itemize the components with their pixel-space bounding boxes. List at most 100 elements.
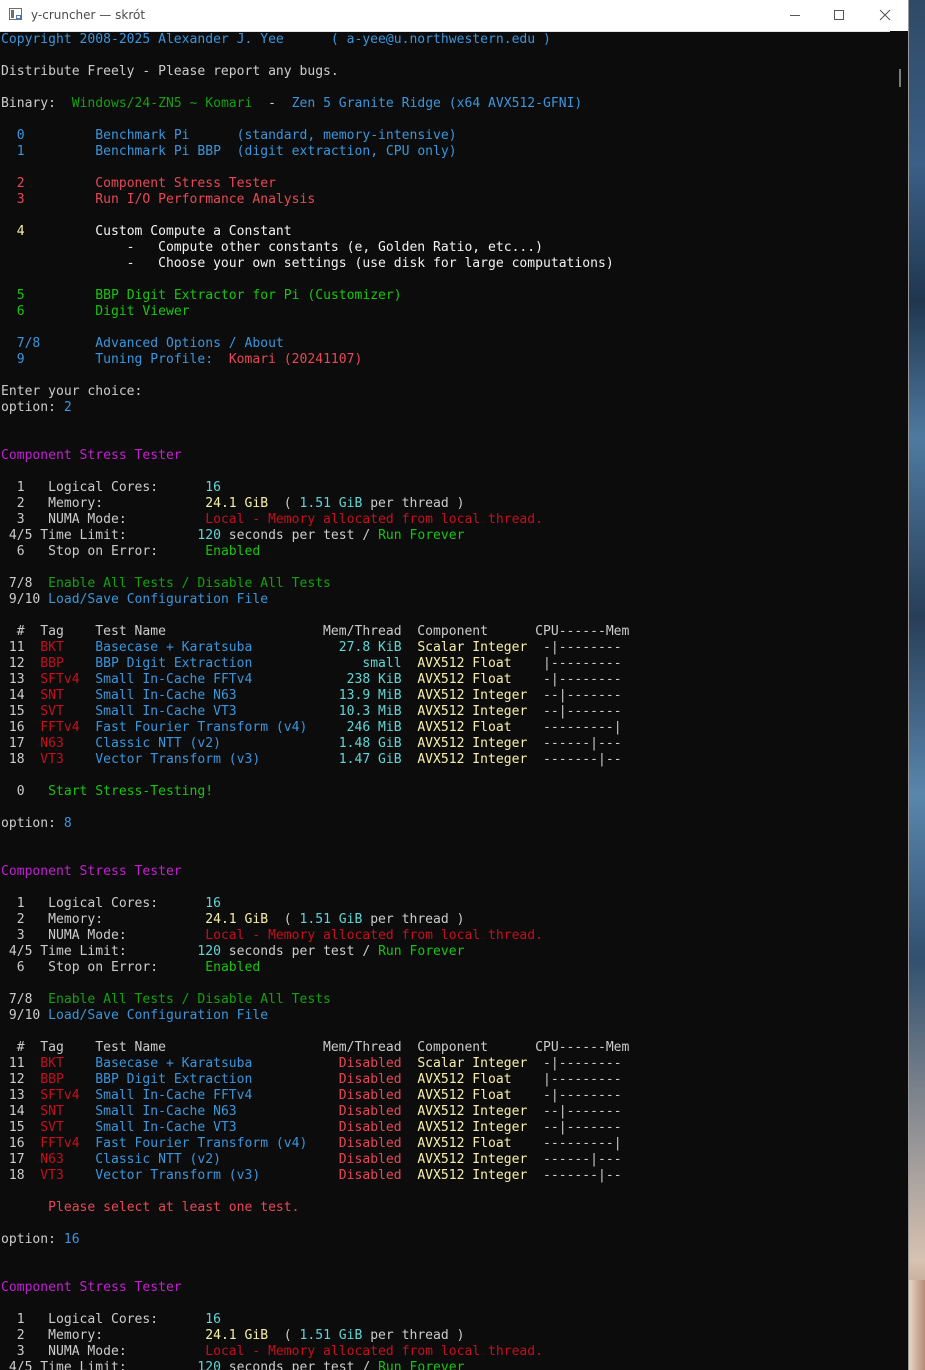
console-line: 9 Tuning Profile: Komari (20241107) <box>1 352 363 368</box>
console-text: 4/5 Time Limit: <box>1 944 198 959</box>
console-text: ------|--- <box>535 736 622 751</box>
console-text: Disabled <box>323 1104 418 1119</box>
console-text: Small In-Cache N63 <box>95 1104 324 1119</box>
console-line: # Tag Test Name Mem/Thread Component CPU… <box>1 624 630 640</box>
console-line: 3 NUMA Mode: Local - Memory allocated fr… <box>1 1344 543 1360</box>
console-text: Benchmark Pi BBP (digit extraction, CPU … <box>24 144 457 159</box>
console-line: 6 Digit Viewer <box>1 304 190 320</box>
console-text: Disabled <box>323 1072 418 1087</box>
console-text: 6 Stop on Error: <box>1 960 206 975</box>
console-text: Vector Transform (v3) <box>95 1168 324 1183</box>
console-text: VT3 <box>40 1168 96 1183</box>
console-line: 12 BBP BBP Digit Extraction small AVX512… <box>1 656 622 672</box>
console-text: Load/Save Configuration File <box>48 592 269 607</box>
console-line: 12 BBP BBP Digit Extraction Disabled AVX… <box>1 1072 622 1088</box>
close-button[interactable] <box>862 0 908 31</box>
console-text: 13 <box>1 1088 41 1103</box>
title-bar[interactable]: y-cruncher — skrót <box>0 0 908 32</box>
console-text: AVX512 Float <box>417 1088 536 1103</box>
console-text: Classic NTT (v2) <box>95 1152 324 1167</box>
console-text: AVX512 Integer <box>417 1120 536 1135</box>
console-text: Small In-Cache FFTv4 <box>95 672 324 687</box>
minimize-icon <box>790 15 800 16</box>
scrollbar-thumb[interactable] <box>899 69 901 87</box>
console-text: BBP Digit Extractor for Pi (Customizer) <box>24 288 402 303</box>
close-icon <box>879 9 891 21</box>
console-text: Fast Fourier Transform (v4) <box>95 1136 324 1151</box>
console-line: 7/8 Enable All Tests / Disable All Tests <box>1 992 331 1008</box>
console-text: Enabled <box>205 960 261 975</box>
console-text: AVX512 Integer <box>417 1152 536 1167</box>
console-line: 9/10 Load/Save Configuration File <box>1 592 268 608</box>
console-text: Disabled <box>323 1152 418 1167</box>
console-text: SFTv4 <box>40 672 96 687</box>
console-text: 13 <box>1 672 41 687</box>
console-text: BKT <box>40 1056 96 1071</box>
console-text: Vector Transform (v3) <box>95 752 324 767</box>
console-text: 2 Memory: <box>1 912 206 927</box>
console-text: Distribute Freely - Please report any bu… <box>1 64 339 79</box>
vertical-scrollbar[interactable] <box>890 31 908 1370</box>
console-text: Advanced Options / About <box>40 336 284 351</box>
console-text: SNT <box>40 688 96 703</box>
console-line: 3 Run I/O Performance Analysis <box>1 192 316 208</box>
console-text: AVX512 Integer <box>417 1168 536 1183</box>
console-line: 6 Stop on Error: Enabled <box>1 544 261 560</box>
console-text: 120 <box>197 528 221 543</box>
console-text: AVX512 Integer <box>417 704 536 719</box>
console-text: ------|--- <box>535 1152 622 1167</box>
console-text: AVX512 Integer <box>417 752 536 767</box>
console-text: 7/8 <box>1 576 49 591</box>
console-text: 1 Logical Cores: <box>1 480 206 495</box>
console-text: 16 <box>1 1136 41 1151</box>
desktop-background <box>909 0 925 1370</box>
console-text: --|------- <box>535 1120 622 1135</box>
console-line: 6 Stop on Error: Enabled <box>1 960 261 976</box>
window-title: y-cruncher — skrót <box>31 8 146 22</box>
console-text: 2 <box>1 176 25 191</box>
console-text: Disabled <box>323 1120 418 1135</box>
console-line: - Choose your own settings (use disk for… <box>1 256 614 272</box>
minimize-button[interactable] <box>772 0 818 31</box>
console-text: 18 <box>1 1168 41 1183</box>
console-text: 14 <box>1 1104 41 1119</box>
console-text: Komari (20241107) <box>228 352 363 367</box>
console-text: Enable All Tests / Disable All Tests <box>48 992 331 1007</box>
console-text: SFTv4 <box>40 1088 96 1103</box>
console-text: Component Stress Tester <box>1 448 182 463</box>
console-text: 0 <box>1 784 49 799</box>
console-text: |--------- <box>535 1072 622 1087</box>
console-text: 4/5 Time Limit: <box>1 1360 198 1370</box>
console-text: -|-------- <box>535 1056 622 1071</box>
console-text: 1 Logical Cores: <box>1 1312 206 1327</box>
console-line: 16 FFTv4 Fast Fourier Transform (v4) Dis… <box>1 1136 622 1152</box>
console-text: AVX512 Integer <box>417 1104 536 1119</box>
console-text: 120 <box>197 944 221 959</box>
console-text: 9/10 <box>1 1008 49 1023</box>
console-output[interactable]: Copyright 2008-2025 Alexander J. Yee ( a… <box>0 31 890 1370</box>
console-text: SNT <box>40 1104 96 1119</box>
console-text: Disabled <box>323 1088 418 1103</box>
console-line: 14 SNT Small In-Cache N63 13.9 MiB AVX51… <box>1 688 622 704</box>
console-line: option: 8 <box>1 816 72 832</box>
console-text: BBP Digit Extraction <box>95 1072 324 1087</box>
console-line: Component Stress Tester <box>1 1280 182 1296</box>
console-line: 11 BKT Basecase + Karatsuba Disabled Sca… <box>1 1056 622 1072</box>
console-text: 3 NUMA Mode: <box>1 1344 206 1359</box>
console-line: 0 Benchmark Pi (standard, memory-intensi… <box>1 128 457 144</box>
maximize-button[interactable] <box>816 0 862 31</box>
console-text: - Choose your own settings (use disk for… <box>1 256 614 271</box>
console-text: Binary: <box>1 96 72 111</box>
console-line: option: 16 <box>1 1232 80 1248</box>
console-text: 2 <box>63 400 72 415</box>
console-text: 12 <box>1 1072 41 1087</box>
console-text: 24.1 GiB <box>205 496 269 511</box>
console-line: 15 SVT Small In-Cache VT3 Disabled AVX51… <box>1 1120 622 1136</box>
console-text: Component Stress Tester <box>1 864 182 879</box>
console-text: AVX512 Float <box>417 1136 536 1151</box>
console-text: 1 Logical Cores: <box>1 896 206 911</box>
console-text: Benchmark Pi (standard, memory-intensive… <box>24 128 457 143</box>
console-line: 2 Component Stress Tester <box>1 176 276 192</box>
console-text: AVX512 Integer <box>417 736 536 751</box>
console-text: -|-------- <box>535 1088 622 1103</box>
